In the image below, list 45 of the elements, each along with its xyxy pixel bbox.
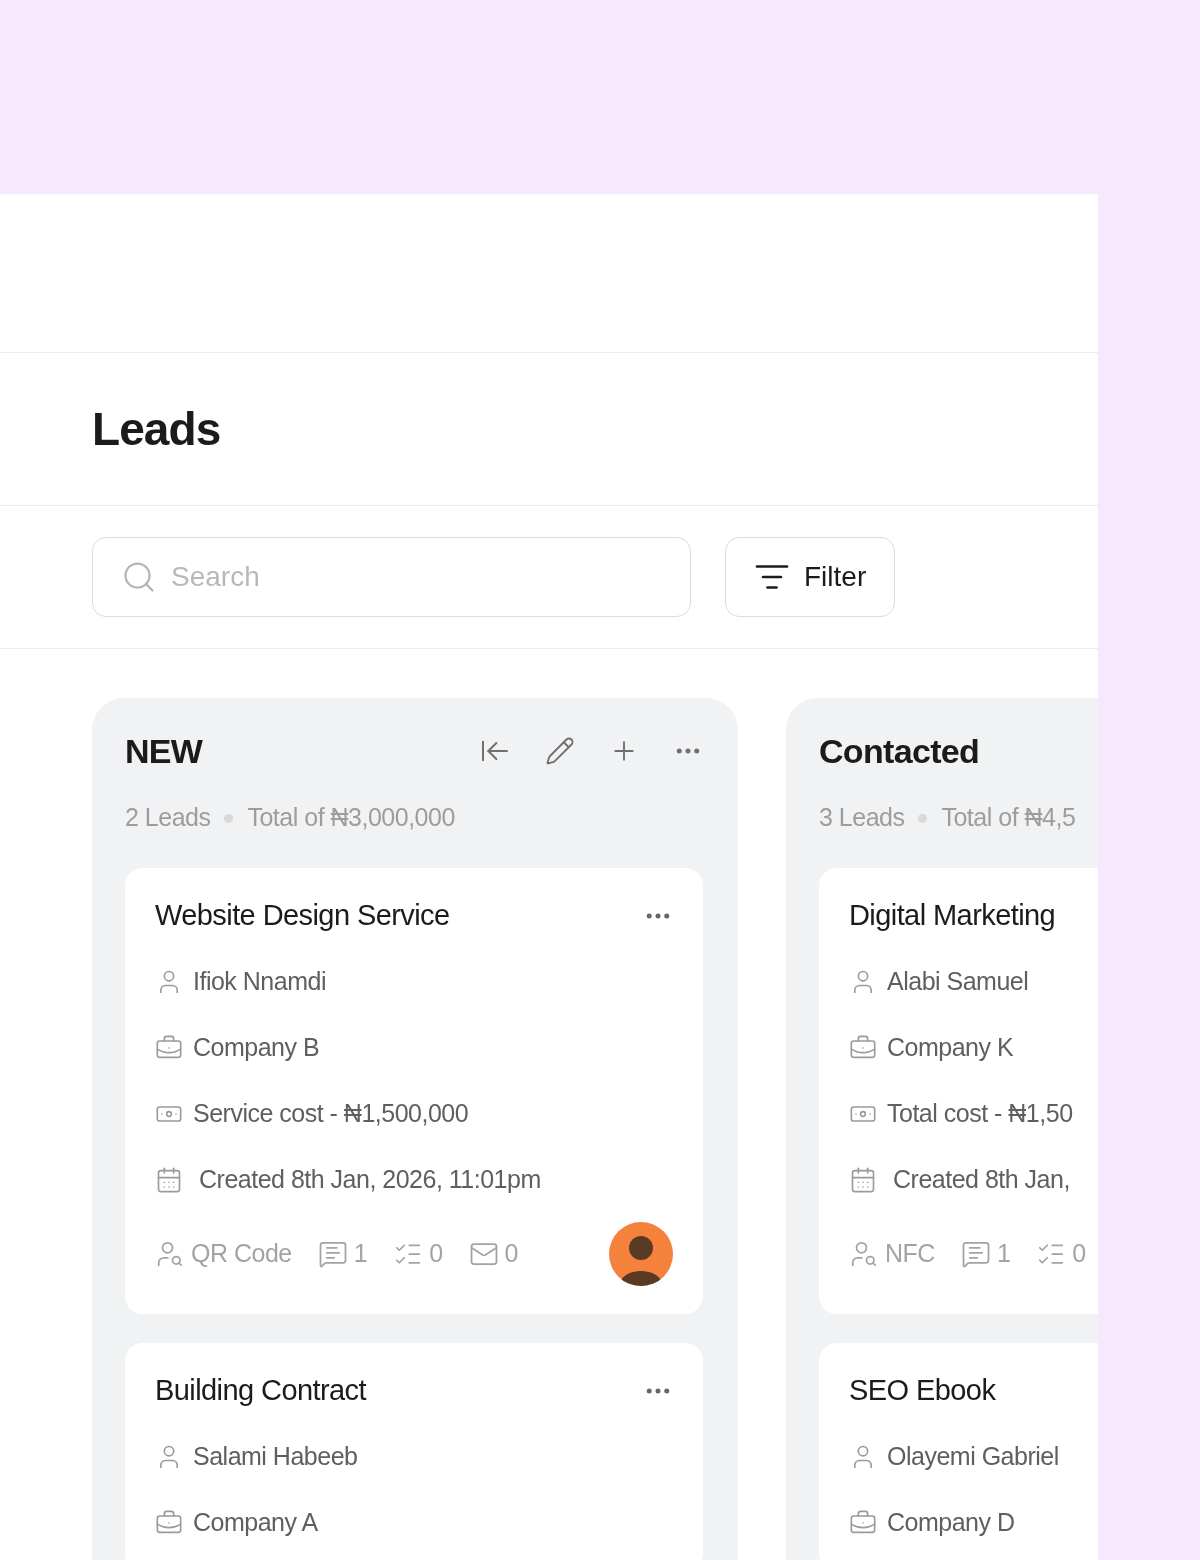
lead-card[interactable]: Digital Marketing Alabi Samuel Company K Total cost - ₦1,50 Created 8th Jan, NFC 1 0 — [819, 868, 1098, 1314]
column-title: Contacted — [819, 730, 980, 772]
column-title: NEW — [125, 730, 203, 772]
lead-total: Total of ₦3,000,000 — [247, 802, 455, 834]
lead-card[interactable]: Website Design Service Ifiok Nnamdi Company B Service cost - ₦1,500,000 Created 8th Jan, 2026, 11:01pm QR Code 1 0 0 — [125, 868, 703, 1314]
card-field-text: Company B — [193, 1032, 320, 1064]
card-title: Website Design Service — [155, 898, 450, 934]
card-field-text: Company D — [887, 1507, 1015, 1539]
lead-count: 3 Leads — [819, 802, 905, 834]
card-stat-text: 0 — [504, 1238, 518, 1270]
lead-card[interactable]: Building Contract Salami Habeeb Company A — [125, 1343, 703, 1560]
card-field-text: Total cost - ₦1,50 — [887, 1098, 1073, 1130]
card-field-text: Ifiok Nnamdi — [193, 966, 326, 998]
card-field-text: Alabi Samuel — [887, 966, 1029, 998]
card-title: Building Contract — [155, 1373, 366, 1409]
lead-count: 2 Leads — [125, 802, 211, 834]
card-field-text: Company K — [887, 1032, 1014, 1064]
page-title: Leads — [92, 401, 221, 457]
card-field-text: Created 8th Jan, 2026, 11:01pm — [199, 1164, 541, 1196]
card-field-text: Company A — [193, 1507, 318, 1539]
card-stat-text: 0 — [1072, 1238, 1086, 1270]
lead-card[interactable]: SEO Ebook Olayemi Gabriel Company D — [819, 1343, 1098, 1560]
comment-icon — [317, 1239, 348, 1269]
card-field-text: Salami Habeeb — [193, 1441, 358, 1473]
search-field[interactable]: Search — [92, 537, 691, 617]
calendar-icon — [849, 1166, 877, 1194]
card-field-text: Service cost - ₦1,500,000 — [193, 1098, 469, 1130]
card-stat-text: QR Code — [191, 1238, 292, 1270]
user-search-icon — [849, 1239, 879, 1269]
card-stat-text: 1 — [353, 1238, 368, 1270]
calendar-icon — [155, 1166, 183, 1194]
edit-icon[interactable] — [545, 736, 575, 766]
card-stat-text: 1 — [996, 1238, 1011, 1270]
card-title: SEO Ebook — [849, 1373, 996, 1409]
filter-button[interactable]: Filter — [725, 537, 896, 617]
card-field-text: Olayemi Gabriel — [887, 1441, 1059, 1473]
user-search-icon — [155, 1239, 185, 1269]
search-input[interactable]: Search — [171, 556, 662, 598]
search-icon — [121, 559, 157, 595]
card-stat-text: 0 — [429, 1238, 443, 1270]
comment-icon — [960, 1239, 991, 1269]
lead-total: Total of ₦4,5 — [941, 802, 1076, 834]
card-field-text: Created 8th Jan, — [893, 1164, 1070, 1196]
card-title: Digital Marketing — [849, 898, 1056, 934]
card-stat-text: NFC — [885, 1238, 935, 1270]
